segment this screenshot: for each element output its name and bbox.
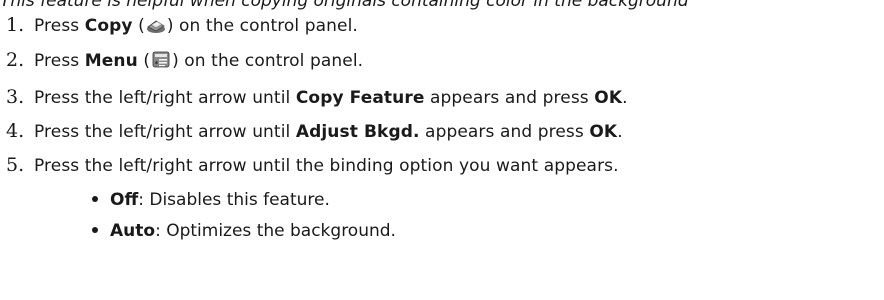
- step-3: 3. Press the left/right arrow until Copy …: [6, 85, 628, 109]
- step-text-pre: Press the left/right arrow until: [34, 88, 296, 108]
- step-keyword-ok: OK: [589, 122, 618, 142]
- option-name: Off: [110, 190, 139, 210]
- step-keyword: Copy Feature: [295, 88, 425, 108]
- bullet-icon: [92, 227, 98, 233]
- step-text: Press Menu ( * ) on the control panel.: [34, 51, 364, 71]
- step-number: 4.: [6, 120, 25, 142]
- step-keyword: Menu: [84, 51, 138, 71]
- step-number: 1.: [6, 14, 25, 36]
- step-keyword: Copy: [84, 16, 133, 36]
- step-text-pre: Press: [34, 16, 85, 36]
- step-1: 1. Press Copy ( ) on the control panel.: [6, 13, 358, 37]
- step-text-post: .: [617, 122, 623, 142]
- step-text-post: .: [622, 88, 628, 108]
- step-4: 4. Press the left/right arrow until Adjus…: [6, 119, 623, 143]
- step-number: 5.: [6, 154, 25, 176]
- svg-text:*: *: [155, 60, 159, 68]
- option-description: : Optimizes the background.: [155, 221, 396, 241]
- step-text-mid: appears and press: [424, 88, 595, 108]
- step-number: 3.: [6, 86, 25, 108]
- step-2: 2. Press Menu ( * ) on the control panel.: [6, 48, 363, 72]
- menu-icon: *: [150, 51, 172, 69]
- step-text-post: on the control panel.: [178, 51, 364, 71]
- step-text: Press the left/right arrow until Copy Fe…: [34, 88, 628, 108]
- step-keyword-ok: OK: [594, 88, 623, 108]
- step-text: Press Copy ( ) on the control panel.: [34, 16, 358, 36]
- bullet-icon: [92, 196, 98, 202]
- step-number: 2.: [6, 49, 25, 71]
- copy-icon: [145, 16, 167, 34]
- option-off: Off: Disables this feature.: [92, 188, 330, 212]
- step-text-pre: Press: [34, 51, 85, 71]
- step-text: Press the left/right arrow until the bin…: [34, 156, 619, 176]
- step-text-mid: appears and press: [419, 122, 590, 142]
- step-keyword: Adjust Bkgd.: [295, 122, 420, 142]
- option-description: : Disables this feature.: [138, 190, 330, 210]
- step-text-pre: Press the left/right arrow until: [34, 122, 296, 142]
- instruction-page: This feature is helpful when copying ori…: [0, 0, 884, 300]
- option-name: Auto: [110, 221, 156, 241]
- step-text-post: on the control panel.: [173, 16, 358, 36]
- option-auto: Auto: Optimizes the background.: [92, 219, 396, 243]
- intro-text: This feature is helpful when copying ori…: [0, 0, 689, 11]
- step-text: Press the left/right arrow until Adjust …: [34, 122, 623, 142]
- step-5: 5. Press the left/right arrow until the b…: [6, 153, 619, 177]
